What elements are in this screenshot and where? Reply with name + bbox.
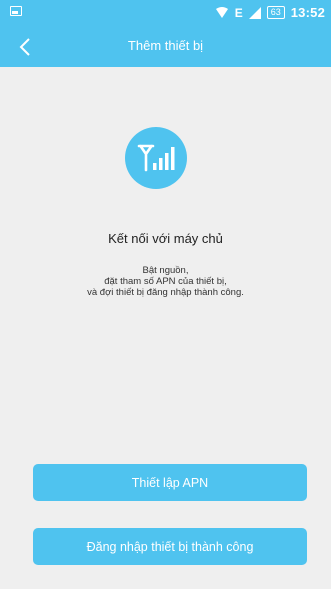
instruction-line: và đợi thiết bị đăng nhập thành công. — [87, 287, 244, 298]
instruction-line: Bật nguồn, — [142, 265, 189, 276]
signal-icon — [248, 6, 261, 19]
device-login-success-button[interactable]: Đăng nhập thiết bị thành công — [33, 528, 307, 565]
image-notification-icon — [10, 6, 22, 16]
battery-icon: 63 — [266, 6, 285, 19]
clock: 13:52 — [290, 5, 325, 20]
network-type-label: E — [234, 5, 243, 20]
main-content: Kết nối với máy chủ Bật nguồn, đặt tham … — [0, 67, 331, 589]
instruction-line: đặt tham số APN của thiết bị, — [104, 276, 227, 287]
toolbar: Thêm thiết bị — [0, 25, 331, 67]
setup-apn-button[interactable]: Thiết lập APN — [33, 464, 307, 501]
page-title: Thêm thiết bị — [127, 38, 204, 53]
antenna-bars-graphic — [137, 144, 175, 172]
wifi-icon — [215, 6, 228, 18]
status-bar: E 63 13:52 — [0, 0, 331, 25]
connection-heading: Kết nối với máy chủ — [108, 231, 223, 246]
instructions: Bật nguồn, đặt tham số APN của thiết bị,… — [0, 265, 331, 298]
status-icons: E 63 13:52 — [215, 5, 325, 20]
signal-antenna-icon — [125, 127, 187, 189]
